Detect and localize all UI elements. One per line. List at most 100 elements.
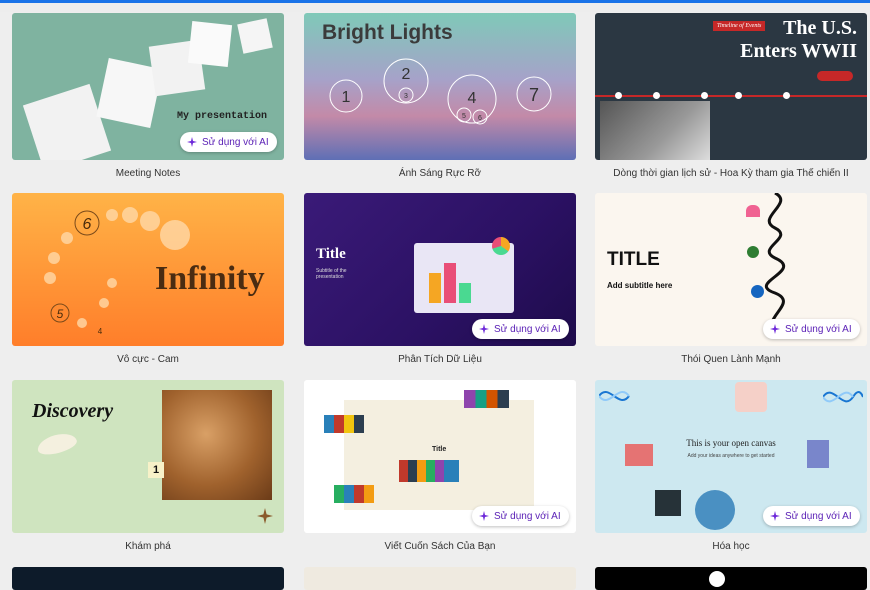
marker-number: 1 — [148, 462, 164, 478]
template-card-infinity-orange[interactable]: 6 5 4 Infinity Vô cực - Cam — [12, 193, 284, 368]
svg-text:5: 5 — [462, 113, 466, 120]
template-card-data-analysis[interactable]: Title Subtitle of the presentation Sử dụ… — [304, 193, 576, 368]
template-caption: Vô cực - Cam — [117, 354, 179, 365]
ai-button-label: Sử dụng với AI — [202, 136, 269, 148]
template-card-bright-lights[interactable]: Bright Lights 1 2 3 4 5 6 7 Ánh Sáng Rực… — [304, 13, 576, 183]
thumbnail-title: My presentation — [177, 111, 268, 122]
thumbnail-title-line1: The U.S. — [783, 17, 857, 39]
template-card-wwii-timeline[interactable]: Timeline of Events The U.S. Enters WWII … — [595, 13, 867, 183]
use-with-ai-button[interactable]: Sử dụng với AI — [763, 319, 860, 339]
template-card-chemistry[interactable]: This is your open canvas Add your ideas … — [595, 380, 867, 555]
svg-text:6: 6 — [478, 115, 482, 122]
template-caption: Viết Cuốn Sách Của Bạn — [384, 541, 496, 552]
bookshelf — [464, 390, 509, 408]
chart-bar — [444, 263, 456, 303]
timeline-dot — [735, 92, 742, 99]
template-caption: Thói Quen Lành Mạnh — [681, 354, 781, 365]
compass-icon — [257, 508, 273, 524]
chart-bar — [459, 283, 471, 303]
svg-text:1: 1 — [342, 89, 351, 106]
template-card-healthy-habits[interactable]: TITLE Add subtitle here Sử dụng với AI T… — [595, 193, 867, 368]
spiral-number-6: 6 — [83, 216, 92, 233]
template-thumbnail: 6 5 4 Infinity — [12, 193, 284, 346]
sparkle-icon — [770, 324, 780, 334]
template-card-partial-3[interactable] — [595, 567, 867, 590]
thumbnail-subtitle: Subtitle of the presentation — [316, 268, 347, 280]
note-shape — [695, 490, 735, 530]
use-with-ai-button[interactable]: Sử dụng với AI — [472, 319, 569, 339]
thumbnail-title: TITLE — [607, 249, 660, 270]
template-caption: Ánh Sáng Rực Rỡ — [398, 168, 482, 179]
timeline-dot — [701, 92, 708, 99]
dna-icon — [599, 390, 630, 402]
bubble-graphic: 1 2 3 4 5 6 7 — [329, 58, 552, 125]
template-caption: Hóa học — [712, 541, 750, 552]
ai-button-label: Sử dụng với AI — [785, 510, 852, 522]
sparkle-icon — [770, 511, 780, 521]
svg-text:3: 3 — [404, 93, 408, 100]
use-with-ai-button[interactable]: Sử dụng với AI — [472, 506, 569, 526]
globe-icon — [751, 285, 764, 298]
template-card-partial-2[interactable] — [304, 567, 576, 590]
ai-button-label: Sử dụng với AI — [494, 323, 561, 335]
timeline-badge: Timeline of Events — [713, 21, 766, 31]
template-thumbnail — [12, 567, 284, 590]
template-caption: Phân Tích Dữ Liệu — [398, 354, 482, 365]
bookshelf — [399, 460, 459, 482]
spiral-number-5: 5 — [57, 307, 64, 321]
template-caption: Meeting Notes — [115, 168, 181, 179]
timeline-dot — [783, 92, 790, 99]
timeline-line — [595, 95, 867, 97]
template-thumbnail — [304, 567, 576, 590]
template-card-meeting-notes[interactable]: My presentation Sử dụng với AI Meeting N… — [12, 13, 284, 183]
photo-tile — [625, 444, 653, 466]
use-with-ai-button[interactable]: Sử dụng với AI — [180, 132, 277, 152]
terrain-graphic — [162, 390, 272, 500]
template-thumbnail: Timeline of Events The U.S. Enters WWII — [595, 13, 867, 160]
thumbnail-title: Infinity — [155, 260, 265, 297]
chart-bar — [429, 273, 441, 303]
sparkle-icon — [187, 137, 197, 147]
photo-tile — [655, 490, 681, 516]
template-card-partial-1[interactable] — [12, 567, 284, 590]
leaf-icon — [747, 246, 759, 258]
photo-tile — [807, 440, 829, 468]
soldier-photo — [600, 101, 710, 160]
template-card-discovery[interactable]: Discovery 1 Khám phá — [12, 380, 284, 555]
bookshelf — [324, 415, 364, 433]
thumbnail-title-line2: Enters WWII — [740, 40, 857, 62]
thumbnail-title: Title — [316, 246, 346, 262]
svg-text:7: 7 — [529, 85, 539, 105]
paper-shape — [22, 83, 112, 160]
template-thumbnail: Discovery 1 — [12, 380, 284, 533]
timeline-dot — [615, 92, 622, 99]
paper-shape — [187, 21, 233, 67]
template-thumbnail — [595, 567, 867, 590]
number-badge-icon — [709, 571, 725, 587]
note-shape — [735, 382, 767, 412]
template-caption: Dòng thời gian lịch sử - Hoa Kỳ tham gia… — [613, 168, 849, 179]
bird-graphic — [35, 430, 79, 458]
ai-button-label: Sử dụng với AI — [785, 323, 852, 335]
timeline-dot — [653, 92, 660, 99]
dna-icon — [823, 391, 863, 403]
thumbnail-title: Discovery — [32, 400, 114, 422]
svg-text:4: 4 — [468, 90, 477, 107]
sparkle-icon — [479, 324, 489, 334]
ai-button-label: Sử dụng với AI — [494, 510, 561, 522]
pie-widget — [492, 237, 510, 255]
template-card-write-your-book[interactable]: Title Sử dụng với AI Viết Cuốn Sách Của … — [304, 380, 576, 555]
template-grid: My presentation Sử dụng với AI Meeting N… — [0, 0, 870, 590]
heart-icon — [746, 205, 760, 217]
svg-text:2: 2 — [402, 66, 411, 83]
spiral-number-4: 4 — [98, 327, 103, 336]
template-thumbnail: Bright Lights 1 2 3 4 5 6 7 — [304, 13, 576, 160]
sparkle-icon — [479, 511, 489, 521]
airplane-graphic — [817, 71, 853, 81]
thumbnail-subtitle: Add subtitle here — [607, 281, 673, 290]
thumbnail-title: Title — [432, 446, 447, 453]
bookshelf — [334, 485, 374, 503]
paper-shape — [237, 18, 273, 54]
use-with-ai-button[interactable]: Sử dụng với AI — [763, 506, 860, 526]
template-caption: Khám phá — [125, 541, 171, 552]
